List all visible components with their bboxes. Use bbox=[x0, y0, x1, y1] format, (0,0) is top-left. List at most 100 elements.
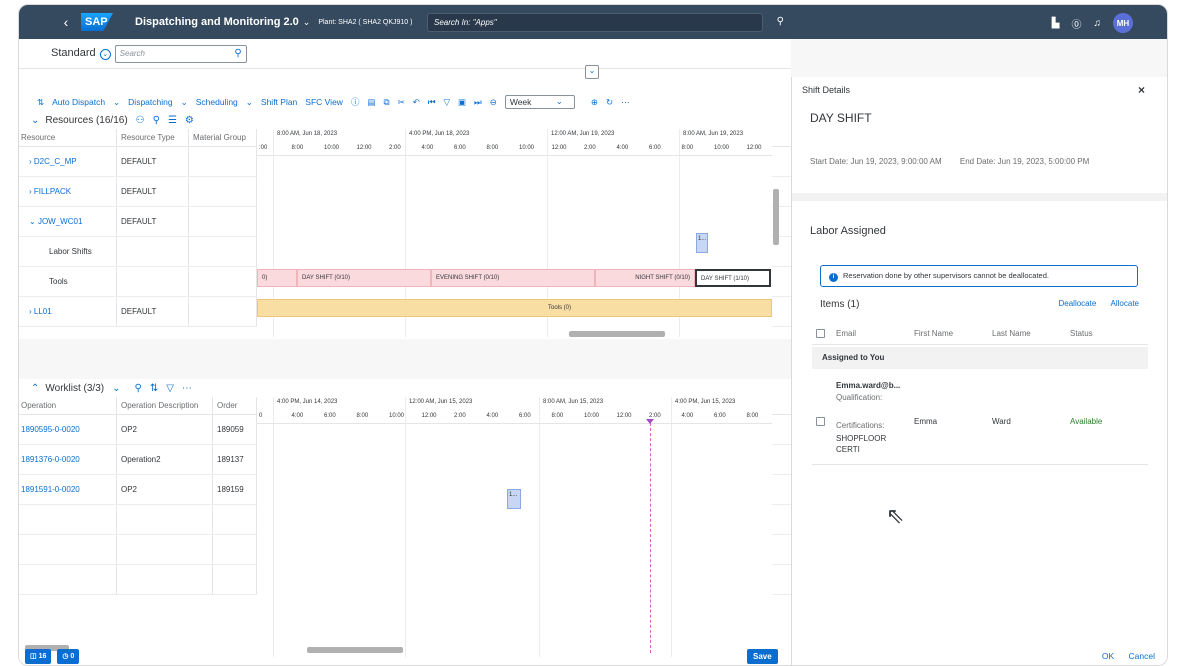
tick-label: 4:00 bbox=[421, 145, 434, 151]
more-icon[interactable]: ⋯ bbox=[621, 97, 630, 108]
resource-type: DEFAULT bbox=[117, 207, 189, 236]
tick-label: 6:00 bbox=[714, 413, 726, 419]
shift-bar[interactable]: NIGHT SHIFT (0/10) bbox=[595, 269, 695, 287]
selected-shift-bar[interactable]: DAY SHIFT (1/10) bbox=[695, 269, 771, 287]
chevron-down-icon[interactable]: ⌄ bbox=[181, 97, 188, 108]
info-icon[interactable]: ⓘ bbox=[351, 96, 360, 108]
operation-link[interactable]: 1891376-0-0020 bbox=[19, 445, 117, 474]
save-button[interactable]: Save bbox=[747, 649, 778, 664]
qualification-label: Qualification: bbox=[836, 393, 883, 402]
horizontal-scrollbar[interactable] bbox=[569, 331, 665, 337]
cut-icon[interactable]: ✂ bbox=[398, 97, 405, 108]
chevron-up-icon[interactable]: ⌃ bbox=[31, 383, 39, 394]
col-operation[interactable]: Operation bbox=[19, 397, 117, 414]
auto-dispatch-button[interactable]: Auto Dispatch bbox=[52, 97, 105, 107]
worklist-section: ⌃ Worklist (3/3) ⌄ ⚲ ⇅ ▽ ⋯ Operation Ope… bbox=[19, 379, 791, 665]
status-value: Available bbox=[1070, 417, 1103, 426]
tick-label: :00 bbox=[259, 145, 268, 151]
current-time-line bbox=[650, 423, 651, 653]
ok-button[interactable]: OK bbox=[1102, 651, 1114, 661]
people-icon[interactable]: ⚇ bbox=[136, 115, 145, 126]
search-icon[interactable]: ⚲ bbox=[153, 115, 160, 126]
cancel-button[interactable]: Cancel bbox=[1129, 651, 1155, 661]
bell-icon[interactable]: ♫ bbox=[1094, 18, 1102, 29]
current-time-marker bbox=[646, 419, 654, 424]
vertical-scrollbar[interactable] bbox=[773, 189, 779, 245]
sfc-view-button[interactable]: SFC View bbox=[305, 97, 343, 107]
search-icon[interactable]: ⚲ bbox=[135, 383, 142, 394]
col-operation-description[interactable]: Operation Description bbox=[117, 397, 213, 414]
timeline-label: 4:00 PM, Jun 15, 2023 bbox=[675, 399, 736, 405]
filter-icon[interactable]: ▽ bbox=[166, 383, 174, 394]
search-icon[interactable]: ⚲ bbox=[777, 16, 784, 27]
gridline bbox=[405, 397, 406, 657]
calendar-icon[interactable]: ▣ bbox=[458, 97, 466, 108]
chevron-down-icon[interactable]: ⌄ bbox=[556, 96, 563, 107]
operation-marker[interactable]: 1... bbox=[507, 489, 521, 509]
footer-bar: ◫ 16 ◷ 0 Save OK Cancel bbox=[19, 645, 1167, 665]
avatar[interactable]: MH bbox=[1113, 13, 1133, 33]
tick-label: 8:00 bbox=[551, 413, 564, 419]
operation-description: OP2 bbox=[117, 475, 213, 504]
undo-icon[interactable]: ↶ bbox=[413, 97, 420, 108]
zoom-in-icon[interactable]: ⊕ bbox=[591, 97, 598, 108]
dialog-actions: OK Cancel bbox=[1090, 651, 1155, 661]
row-checkbox[interactable] bbox=[816, 417, 825, 426]
last-page-icon[interactable]: ⏭ bbox=[474, 97, 482, 108]
deallocate-button[interactable]: Deallocate bbox=[1058, 299, 1096, 308]
back-button[interactable]: ‹ bbox=[55, 14, 77, 30]
select-all-checkbox[interactable] bbox=[816, 329, 825, 338]
collapse-header-button[interactable]: ⌄ bbox=[585, 65, 599, 79]
close-icon[interactable]: × bbox=[1138, 83, 1145, 97]
chevron-down-icon[interactable]: ⌄ bbox=[112, 383, 120, 394]
operation-link[interactable]: 1891591-0-0020 bbox=[19, 475, 117, 504]
col-material-group[interactable]: Material Group bbox=[189, 129, 257, 146]
first-page-icon[interactable]: ⏮ bbox=[428, 97, 436, 108]
chevron-down-icon[interactable]: ⌄ bbox=[29, 217, 38, 226]
timeline-label: 12:00 AM, Jun 19, 2023 bbox=[551, 131, 615, 137]
chevron-down-icon[interactable]: ⌄ bbox=[246, 97, 253, 108]
scheduling-menu[interactable]: Scheduling bbox=[196, 97, 238, 107]
col-resource-type[interactable]: Resource Type bbox=[117, 129, 189, 146]
operation-marker[interactable]: 1... bbox=[696, 233, 708, 253]
resource-name: FILLPACK bbox=[33, 187, 72, 196]
sort-icon[interactable]: ⇅ bbox=[150, 383, 158, 394]
time-count-badge[interactable]: ◷ 0 bbox=[57, 648, 80, 664]
zoom-select[interactable]: Week ⌄ bbox=[504, 95, 575, 109]
tick-label: 12:00 bbox=[421, 413, 437, 419]
shift-bar[interactable]: DAY SHIFT (0/10) bbox=[297, 269, 431, 287]
more-icon[interactable]: ⋯ bbox=[182, 383, 192, 394]
document-icon[interactable]: ▤ bbox=[367, 97, 375, 108]
shift-plan-button[interactable]: Shift Plan bbox=[261, 97, 297, 107]
operation-link[interactable]: 1890595-0-0020 bbox=[19, 415, 117, 444]
shell-search-input[interactable]: Search In: "Apps" ⚲ bbox=[427, 13, 784, 32]
app-title[interactable]: Dispatching and Monitoring 2.0 bbox=[135, 16, 299, 28]
chart-icon[interactable]: ▙ bbox=[1052, 18, 1060, 29]
copy-icon[interactable]: ⧉ bbox=[383, 97, 389, 108]
tick-label: 12:00 bbox=[616, 413, 632, 419]
settings-icon[interactable]: ⚙ bbox=[185, 115, 194, 126]
allocate-button[interactable]: Allocate bbox=[1111, 299, 1139, 308]
table-row[interactable]: Emma.ward@b... Qualification: Certificat… bbox=[812, 371, 1148, 465]
chevron-down-icon[interactable]: ⌄ bbox=[303, 17, 311, 28]
chevron-down-icon[interactable]: ⌄ bbox=[113, 97, 120, 108]
shift-bar[interactable]: 0) bbox=[257, 269, 297, 287]
dispatching-menu[interactable]: Dispatching bbox=[128, 97, 172, 107]
col-resource[interactable]: Resource bbox=[19, 129, 117, 146]
variant-selector[interactable]: Standard ⌄ bbox=[51, 47, 111, 60]
variant-search-input[interactable]: Search ⚲ bbox=[114, 44, 247, 63]
tick-label: 10:00 bbox=[519, 145, 535, 151]
help-icon[interactable]: ⓪ bbox=[1072, 16, 1082, 31]
chevron-down-icon[interactable]: ⌄ bbox=[31, 115, 39, 126]
shift-bar[interactable]: EVENING SHIFT (0/10) bbox=[431, 269, 595, 287]
resources-count-badge[interactable]: ◫ 16 bbox=[25, 648, 52, 664]
sort-icon[interactable]: ⇅ bbox=[37, 97, 44, 108]
tools-bar[interactable]: Tools (0) bbox=[257, 299, 772, 317]
refresh-icon[interactable]: ↻ bbox=[606, 97, 613, 108]
list-icon[interactable]: ☰ bbox=[168, 115, 177, 126]
filter-icon[interactable]: ▽ bbox=[443, 97, 450, 108]
zoom-out-icon[interactable]: ⊖ bbox=[490, 97, 497, 108]
chevron-down-icon[interactable]: ⌄ bbox=[99, 49, 111, 60]
col-order[interactable]: Order bbox=[213, 397, 257, 414]
search-icon[interactable]: ⚲ bbox=[234, 48, 241, 59]
